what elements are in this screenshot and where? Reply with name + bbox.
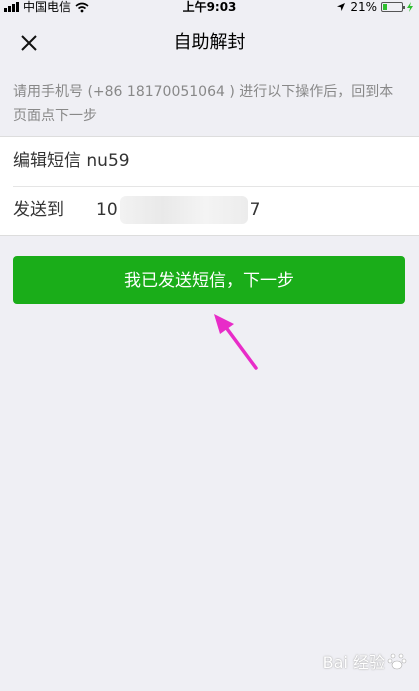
baidu-jingyan-watermark: Bai 经验 <box>323 649 407 673</box>
sms-info-group: 编辑短信 nu59 发送到 10 7 <box>0 136 419 236</box>
location-arrow-icon <box>337 3 346 11</box>
redaction-blur <box>119 196 248 224</box>
recipient-number: 10 7 <box>96 186 260 235</box>
battery-percent: 21% <box>350 0 377 14</box>
nav-bar: 自助解封 <box>0 14 419 72</box>
sms-content-row: 编辑短信 nu59 <box>13 137 419 187</box>
charging-icon <box>407 2 413 12</box>
annotation-arrow-icon <box>214 314 258 370</box>
sms-recipient-row: 发送到 10 7 <box>13 186 419 235</box>
recipient-prefix: 10 <box>96 200 118 220</box>
status-right: 21% <box>336 0 413 14</box>
watermark-text: Bai 经验 <box>322 653 385 672</box>
send-to-label: 发送到 <box>13 200 64 220</box>
battery-icon <box>381 2 405 12</box>
sent-sms-next-button[interactable]: 我已发送短信，下一步 <box>13 256 405 304</box>
paw-icon <box>387 653 407 670</box>
page-title: 自助解封 <box>173 32 246 53</box>
status-bar: 中国电信 上午9:03 21% <box>0 0 419 14</box>
recipient-suffix: 7 <box>249 200 261 220</box>
instruction-text: 请用手机号 (+86 18170051064 ) 进行以下操作后，回到本页面点下… <box>13 84 394 124</box>
